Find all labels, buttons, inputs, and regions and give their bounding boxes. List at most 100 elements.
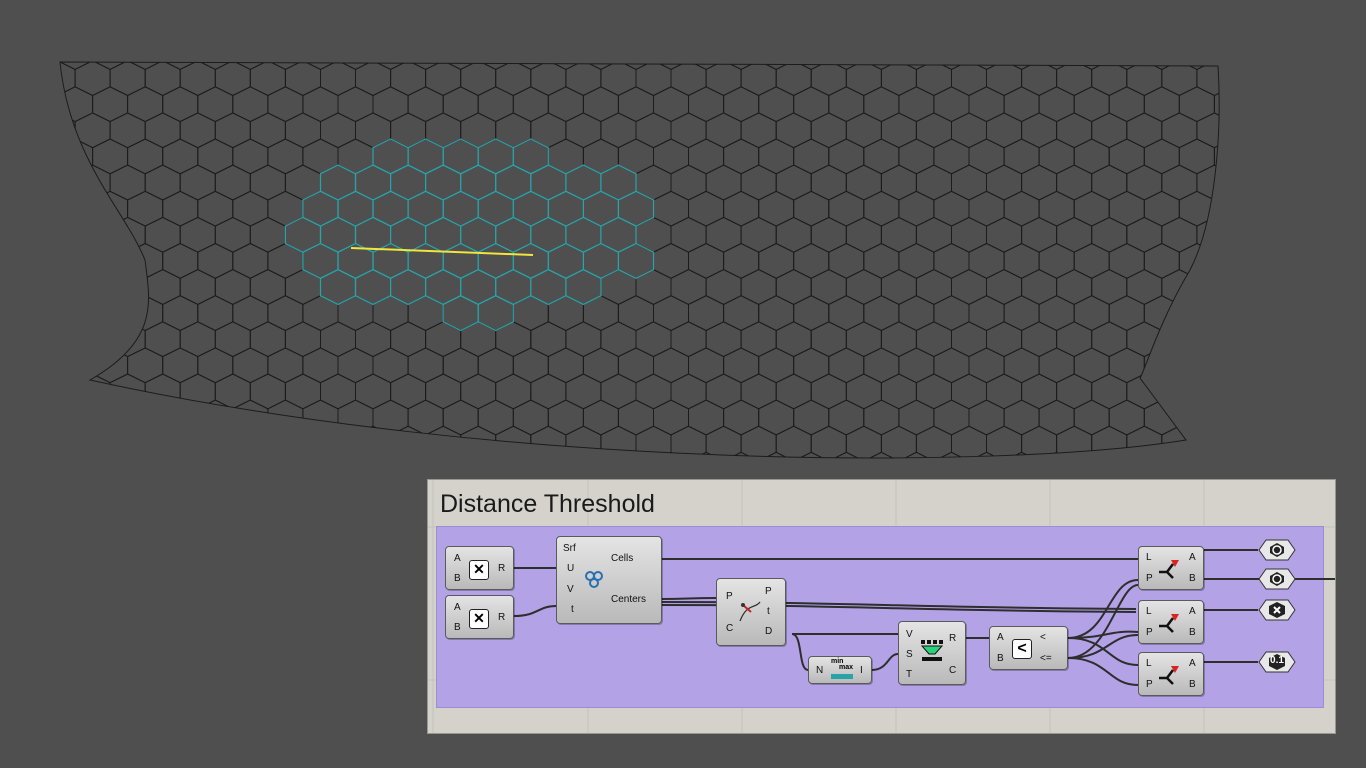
- mesh-cell: [565, 373, 602, 410]
- geometry-param-icon[interactable]: [1258, 539, 1296, 561]
- mesh-cell: [512, 399, 549, 436]
- mesh-cell: [1213, 451, 1220, 458]
- mesh-cell: [565, 269, 602, 305]
- mesh-cell: [863, 62, 900, 70]
- mesh-cell: [355, 62, 392, 97]
- mesh-cell: [1178, 62, 1215, 70]
- mesh-cell: [337, 190, 374, 227]
- mesh-cell: [793, 86, 830, 123]
- mesh-cell: [109, 112, 146, 149]
- mesh-cell: [302, 138, 339, 175]
- mesh-cell: [60, 216, 76, 253]
- dispatch-component-2[interactable]: L P A B: [1138, 600, 1204, 644]
- smaller-than-component[interactable]: A B < < <=: [989, 626, 1068, 670]
- mesh-cell: [810, 373, 847, 410]
- mesh-cell: [197, 190, 234, 227]
- mesh-cell: [320, 164, 356, 201]
- dispatch-component-1[interactable]: L P A B: [1138, 546, 1204, 590]
- rhino-viewport[interactable]: [0, 0, 1366, 470]
- mesh-cell: [477, 190, 514, 227]
- mesh-cell: [284, 216, 321, 253]
- highlighted-cell: [512, 138, 549, 175]
- mesh-cell: [1073, 138, 1110, 175]
- mesh-cell: [705, 373, 742, 410]
- mesh-cell: [863, 451, 900, 458]
- mesh-cell: [92, 62, 129, 70]
- mesh-cell: [1232, 270, 1267, 305]
- mesh-cell: [915, 373, 952, 410]
- dispatch-icon: [1159, 666, 1179, 685]
- mesh-cell: [337, 86, 374, 123]
- multiplication-component-1[interactable]: A B ✕ R: [445, 546, 514, 590]
- hexagonal-cells-component[interactable]: Srf U V t Cells Centers: [556, 536, 662, 624]
- grasshopper-canvas[interactable]: Distance Threshold A B ✕ R A B ✕ R Srf U…: [427, 479, 1336, 734]
- mesh-cell: [1213, 62, 1220, 70]
- highlighted-cell: [407, 242, 444, 279]
- input-n: N: [816, 665, 824, 676]
- mesh-cell: [144, 112, 181, 149]
- mesh-cell: [775, 269, 812, 305]
- mesh-cell: [355, 321, 392, 358]
- mesh-cell: [600, 164, 637, 201]
- mesh-cell: [933, 86, 970, 123]
- mesh-cell: [92, 347, 129, 384]
- number-param[interactable]: 0.1: [1258, 651, 1296, 673]
- bounds-component[interactable]: N min max I: [808, 656, 872, 684]
- mesh-cell: [337, 451, 374, 458]
- geometry-param-icon[interactable]: [1258, 568, 1296, 590]
- mesh-cell: [1143, 62, 1180, 70]
- mesh-cell: [109, 425, 146, 458]
- mesh-cell: [775, 321, 812, 358]
- mesh-cell: [828, 399, 865, 436]
- mesh-cell: [670, 321, 707, 358]
- mesh-cell: [1003, 190, 1040, 227]
- mesh-cell: [1143, 242, 1180, 279]
- mesh-cell: [477, 242, 514, 279]
- mesh-cell: [565, 164, 602, 201]
- mesh-cell: [845, 216, 882, 253]
- mesh-cell: [810, 321, 847, 358]
- mesh-cell: [740, 216, 777, 253]
- mesh-cell: [600, 216, 637, 253]
- mesh-cell: [267, 295, 304, 332]
- mesh-cell: [60, 425, 76, 458]
- highlighted-cell: [425, 164, 462, 201]
- mesh-cell: [372, 190, 409, 227]
- mesh-cell: [1213, 347, 1220, 384]
- mesh-cell: [1161, 373, 1198, 410]
- mesh-cell: [284, 269, 321, 305]
- mesh-cell: [1196, 321, 1220, 358]
- remap-numbers-component[interactable]: V S T R C: [898, 621, 966, 685]
- mesh-cell: [898, 190, 935, 227]
- curve-closest-point-component[interactable]: P C P t D: [716, 578, 786, 646]
- multiplication-component-2[interactable]: A B ✕ R: [445, 595, 514, 639]
- mesh-cell: [460, 269, 497, 305]
- mesh-cell: [1021, 269, 1058, 305]
- mesh-cell: [775, 425, 812, 458]
- highlighted-cell: [530, 216, 567, 253]
- input-b: B: [997, 653, 1004, 664]
- mesh-cell: [1126, 164, 1163, 201]
- highlighted-cell: [442, 295, 479, 332]
- mesh-cell: [758, 295, 795, 332]
- mesh-cell: [1143, 347, 1180, 384]
- multiplication-icon: ✕: [469, 560, 489, 580]
- mesh-cell: [179, 112, 216, 149]
- mesh-cell: [968, 138, 1005, 175]
- mesh-cell: [705, 112, 742, 149]
- mesh-cell: [179, 321, 216, 358]
- mesh-cell: [810, 425, 847, 458]
- mesh-cell: [1073, 399, 1110, 436]
- input-t: T: [906, 669, 913, 680]
- dispatch-component-3[interactable]: L P A B: [1138, 652, 1204, 696]
- mesh-cell: [565, 216, 602, 253]
- input-a: A: [997, 632, 1004, 643]
- output-le: <=: [1040, 653, 1052, 664]
- point-param-icon[interactable]: [1258, 599, 1296, 621]
- mesh-cell: [547, 242, 584, 279]
- highlighted-cell: [302, 242, 339, 279]
- mesh-cell: [92, 451, 129, 458]
- highlighted-cell: [512, 190, 549, 227]
- mesh-cell: [1232, 165, 1267, 200]
- mesh-cell: [951, 164, 987, 201]
